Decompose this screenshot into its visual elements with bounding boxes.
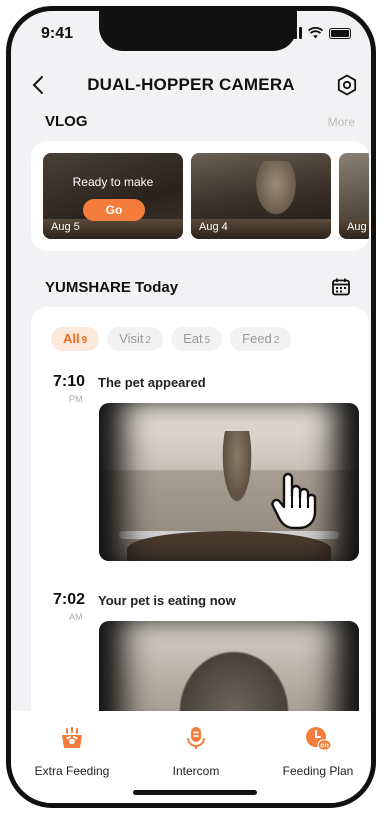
page-title: DUAL-HOPPER CAMERA (87, 75, 295, 94)
phone-frame: 9:41 DUAL-HOPPER CAMERA VLOG More Ready … (6, 6, 376, 808)
vlog-card: Ready to make Go Aug 5 Aug 4 Aug (31, 141, 369, 251)
feeding-plan-badge: on (320, 743, 329, 750)
paw-feeding-icon (62, 727, 82, 748)
event-time: 7:02 (53, 591, 86, 608)
filter-chip-feed[interactable]: Feed 2 (230, 327, 292, 351)
vlog-thumbnail[interactable]: Aug 4 (191, 153, 331, 239)
vlog-date: Aug 5 (51, 221, 80, 233)
today-section-title: YUMSHARE Today (45, 279, 179, 296)
nav-label: Intercom (172, 764, 220, 778)
bottom-action-bar: Extra Feeding Intercom on Feeding Plan (11, 711, 371, 803)
vlog-section-title: VLOG (45, 113, 88, 130)
filter-chip-eat[interactable]: Eat 5 (171, 327, 223, 351)
vlog-overlay-text: Ready to make (72, 175, 154, 189)
signal-icon (284, 27, 302, 39)
lens-vignette (99, 403, 359, 561)
home-indicator[interactable] (133, 790, 257, 795)
filter-chip-label: All (63, 331, 80, 346)
settings-icon[interactable] (335, 73, 359, 97)
intercom-button[interactable]: Intercom (141, 725, 251, 778)
filter-chip-count: 2 (145, 335, 152, 346)
status-icons (284, 27, 351, 39)
filter-chip-count: 5 (204, 335, 211, 346)
cat-image (253, 161, 299, 219)
header: DUAL-HOPPER CAMERA (11, 67, 371, 103)
nav-label: Feeding Plan (282, 764, 354, 778)
vlog-more-link[interactable]: More (328, 115, 355, 129)
event-video-thumbnail[interactable] (99, 403, 359, 561)
vlog-thumbnail[interactable]: Ready to make Go Aug 5 (43, 153, 183, 239)
vlog-thumbnail[interactable]: Aug (339, 153, 369, 239)
activity-feed: All 9 Visit 2 Eat 5 Feed 2 7:10 PM The pet a… (31, 307, 369, 767)
vlog-date: Aug (347, 221, 367, 233)
event-ampm: PM (69, 394, 83, 404)
microphone-icon (187, 727, 205, 749)
clock-on-icon: on (306, 727, 332, 751)
vlog-date: Aug 4 (199, 221, 228, 233)
event-text: Your pet is eating now (98, 593, 236, 608)
extra-feeding-button[interactable]: Extra Feeding (17, 725, 127, 778)
filter-chips: All 9 Visit 2 Eat 5 Feed 2 (51, 327, 292, 351)
filter-chip-count: 9 (81, 335, 88, 346)
filter-chip-all[interactable]: All 9 (51, 327, 100, 351)
filter-chip-label: Eat (183, 331, 203, 346)
filter-chip-label: Feed (242, 331, 272, 346)
status-time: 9:41 (41, 25, 74, 42)
event-time: 7:10 (53, 373, 86, 390)
nav-label: Extra Feeding (34, 764, 110, 778)
go-button[interactable]: Go (83, 199, 145, 221)
battery-icon (329, 27, 351, 39)
wifi-icon (308, 27, 323, 39)
calendar-icon[interactable] (331, 277, 351, 297)
event-ampm: AM (69, 612, 83, 622)
status-bar: 9:41 (11, 11, 371, 55)
filter-chip-visit[interactable]: Visit 2 (107, 327, 164, 351)
feeding-plan-button[interactable]: on Feeding Plan (263, 725, 371, 778)
filter-chip-count: 2 (273, 335, 280, 346)
filter-chip-label: Visit (119, 331, 144, 346)
hand-pointer-icon (271, 472, 317, 530)
event-text: The pet appeared (98, 375, 206, 390)
